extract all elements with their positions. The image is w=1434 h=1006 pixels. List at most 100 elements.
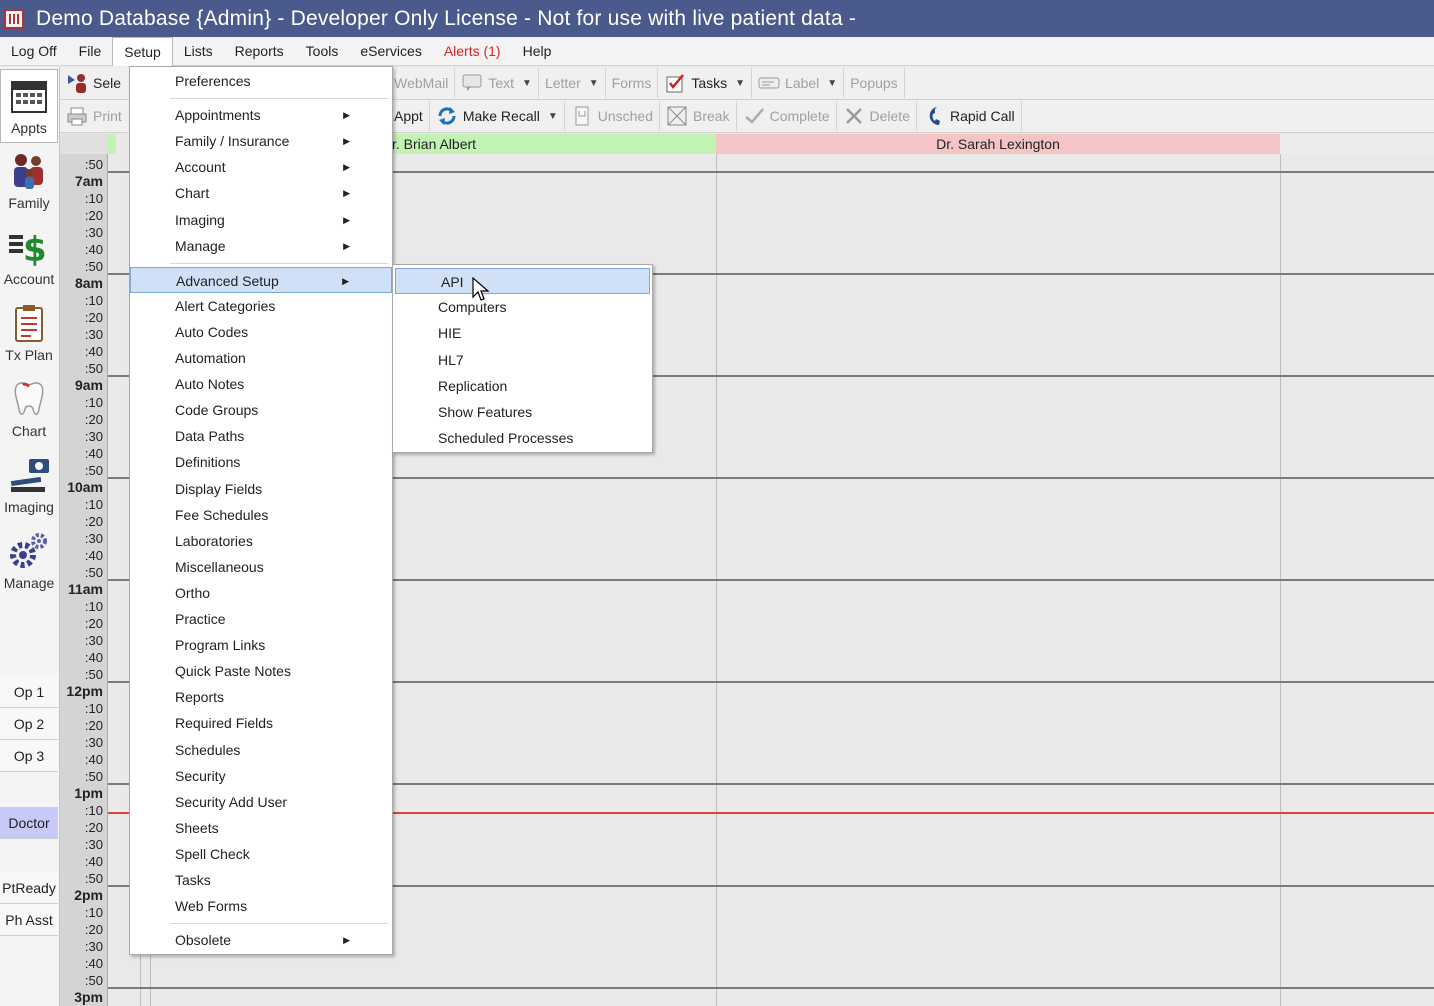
- setup-menu-item-spell-check[interactable]: Spell Check: [130, 841, 392, 867]
- module-bar: Appts Family $ Account Tx Plan Chart Ima…: [0, 67, 60, 1006]
- setup-menu-item-advanced-setup[interactable]: Advanced Setup ▶: [130, 266, 392, 293]
- time-minute-label: :20: [84, 820, 103, 835]
- setup-menu-item-ortho[interactable]: Ortho: [130, 580, 392, 606]
- advanced-setup-item-show-features[interactable]: Show Features: [393, 399, 652, 425]
- advanced-setup-item-computers[interactable]: Computers: [393, 294, 652, 320]
- op-ptready[interactable]: PtReady: [0, 872, 58, 904]
- time-hour-label: 11am: [67, 581, 103, 597]
- module-appts[interactable]: Appts: [0, 69, 58, 143]
- new-appt-button[interactable]: Appt: [388, 101, 430, 131]
- setup-menu-item-alert-categories[interactable]: Alert Categories: [130, 293, 392, 319]
- setup-menu-item-chart[interactable]: Chart ▶: [130, 180, 392, 206]
- hour-separator: [108, 987, 1434, 989]
- unsched-button[interactable]: Unsched: [565, 101, 661, 131]
- menu-alerts[interactable]: Alerts (1): [433, 37, 512, 66]
- setup-menu-item-preferences[interactable]: Preferences: [130, 68, 392, 94]
- popups-label: Popups: [850, 75, 898, 91]
- letter-dropdown[interactable]: Letter ▼: [539, 68, 606, 98]
- setup-menu-item-appointments[interactable]: Appointments ▶: [130, 102, 392, 128]
- menu-lists[interactable]: Lists: [173, 37, 224, 66]
- op-3[interactable]: Op 3: [0, 740, 58, 772]
- popups-button[interactable]: Popups: [844, 68, 905, 98]
- module-chart[interactable]: Chart: [0, 373, 58, 447]
- setup-menu-item-laboratories[interactable]: Laboratories: [130, 528, 392, 554]
- setup-menu-item-web-forms[interactable]: Web Forms: [130, 893, 392, 919]
- advanced-setup-item-hl7[interactable]: HL7: [393, 347, 652, 373]
- advanced-setup-item-api[interactable]: API: [395, 268, 650, 294]
- advanced-setup-item-scheduled-processes[interactable]: Scheduled Processes: [393, 425, 652, 451]
- menu-log-off[interactable]: Log Off: [0, 37, 68, 66]
- make-recall-dropdown[interactable]: Make Recall ▼: [430, 101, 565, 131]
- op-1[interactable]: Op 1: [0, 676, 58, 708]
- setup-menu-item-fee-schedules[interactable]: Fee Schedules: [130, 502, 392, 528]
- delete-button[interactable]: Delete: [837, 101, 917, 131]
- camera-icon: [7, 453, 51, 497]
- tasks-dropdown[interactable]: Tasks ▼: [658, 68, 753, 98]
- setup-menu-item-family-insurance[interactable]: Family / Insurance ▶: [130, 128, 392, 154]
- label-dropdown[interactable]: Label ▼: [752, 68, 845, 98]
- rapid-call-button[interactable]: Rapid Call: [917, 101, 1022, 131]
- setup-menu-item-imaging[interactable]: Imaging ▶: [130, 207, 392, 233]
- menu-setup[interactable]: Setup: [112, 36, 173, 66]
- op-ph-asst[interactable]: Ph Asst: [0, 904, 58, 936]
- setup-menu-item-obsolete[interactable]: Obsolete ▶: [130, 927, 392, 953]
- setup-menu-item-manage[interactable]: Manage ▶: [130, 233, 392, 259]
- menu-item-label: Obsolete: [175, 932, 232, 949]
- setup-menu-item-reports[interactable]: Reports: [130, 684, 392, 710]
- operatory-list: Op 1 Op 2 Op 3: [0, 676, 58, 772]
- select-patient-button[interactable]: Sele: [60, 68, 130, 98]
- letter-label: Letter: [544, 75, 581, 91]
- svg-text:$: $: [23, 230, 47, 267]
- menu-help[interactable]: Help: [512, 37, 563, 66]
- unsched-label: Unsched: [597, 108, 654, 124]
- advanced-setup-item-replication[interactable]: Replication: [393, 373, 652, 399]
- menu-item-label: HL7: [438, 351, 464, 368]
- menu-item-label: Scheduled Processes: [438, 430, 574, 447]
- chevron-down-icon: ▼: [547, 110, 558, 122]
- text-message-icon: [461, 72, 483, 94]
- setup-menu-item-quick-paste-notes[interactable]: Quick Paste Notes: [130, 658, 392, 684]
- menu-item-label: Practice: [175, 611, 226, 627]
- time-minute-label: :50: [84, 769, 103, 784]
- setup-menu-item-data-paths[interactable]: Data Paths: [130, 423, 392, 449]
- menu-item-label: Schedules: [175, 741, 241, 758]
- setup-menu-item-definitions[interactable]: Definitions: [130, 449, 392, 475]
- time-minute-label: :10: [84, 395, 103, 410]
- forms-button[interactable]: Forms: [606, 68, 659, 98]
- setup-menu-item-sheets[interactable]: Sheets: [130, 815, 392, 841]
- menu-eservices[interactable]: eServices: [349, 37, 432, 66]
- setup-menu-item-code-groups[interactable]: Code Groups: [130, 397, 392, 423]
- menu-tools[interactable]: Tools: [295, 37, 350, 66]
- doctor-op-group: Doctor: [0, 807, 58, 839]
- menu-item-label: Alert Categories: [175, 297, 276, 314]
- setup-menu-item-required-fields[interactable]: Required Fields: [130, 710, 392, 736]
- menu-file[interactable]: File: [68, 37, 113, 66]
- time-minute-label: :30: [84, 531, 103, 546]
- setup-menu-item-auto-notes[interactable]: Auto Notes: [130, 371, 392, 397]
- setup-menu-item-program-links[interactable]: Program Links: [130, 632, 392, 658]
- break-button[interactable]: Break: [660, 101, 737, 131]
- setup-menu-item-miscellaneous[interactable]: Miscellaneous: [130, 554, 392, 580]
- setup-menu-item-auto-codes[interactable]: Auto Codes: [130, 319, 392, 345]
- setup-menu-item-automation[interactable]: Automation: [130, 345, 392, 371]
- print-button[interactable]: Print: [60, 101, 130, 131]
- module-imaging[interactable]: Imaging: [0, 449, 58, 523]
- time-hour-label: 1pm: [74, 785, 103, 801]
- op-2[interactable]: Op 2: [0, 708, 58, 740]
- module-manage[interactable]: Manage: [0, 525, 58, 599]
- complete-button[interactable]: Complete: [737, 101, 837, 131]
- module-account[interactable]: $ Account: [0, 221, 58, 295]
- setup-menu-item-security[interactable]: Security: [130, 763, 392, 789]
- setup-menu-item-practice[interactable]: Practice: [130, 606, 392, 632]
- module-tx-plan[interactable]: Tx Plan: [0, 297, 58, 371]
- setup-menu-item-schedules[interactable]: Schedules: [130, 737, 392, 763]
- setup-menu-item-account[interactable]: Account ▶: [130, 154, 392, 180]
- setup-menu-item-tasks[interactable]: Tasks: [130, 867, 392, 893]
- text-dropdown[interactable]: Text ▼: [455, 68, 539, 98]
- module-family[interactable]: Family: [0, 145, 58, 219]
- setup-menu-item-display-fields[interactable]: Display Fields: [130, 476, 392, 502]
- setup-menu-item-security-add-user[interactable]: Security Add User: [130, 789, 392, 815]
- advanced-setup-item-hie[interactable]: HIE: [393, 320, 652, 346]
- menu-reports[interactable]: Reports: [224, 37, 295, 66]
- op-doctor[interactable]: Doctor: [0, 807, 58, 839]
